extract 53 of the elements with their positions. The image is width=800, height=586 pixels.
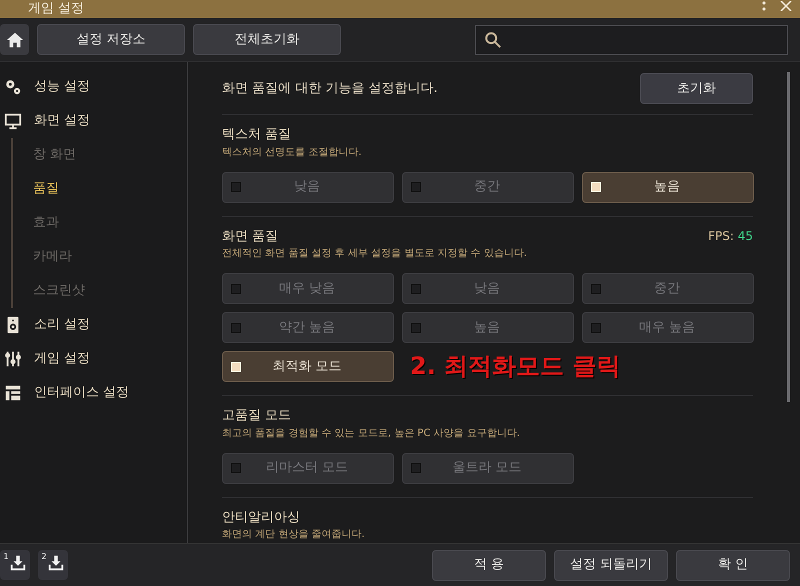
- sidebar-item[interactable]: 소리 설정: [0, 308, 187, 342]
- option-toggle[interactable]: 최적화 모드: [222, 351, 394, 382]
- checkbox: [411, 284, 421, 294]
- download-icon: [8, 553, 27, 573]
- close-icon[interactable]: [780, 1, 792, 11]
- checkbox: [411, 322, 421, 332]
- sliders-icon: [4, 350, 22, 368]
- section-description: 전체적인 화면 품질 설정 후 세부 설정을 별도로 지정할 수 있습니다.: [222, 247, 528, 261]
- home-button[interactable]: [0, 24, 29, 55]
- section-title: 안티알리아싱: [222, 508, 300, 526]
- section-description: 최고의 품질을 경험할 수 있는 모드로, 높은 PC 사양을 요구합니다.: [222, 426, 521, 440]
- checkbox: [591, 322, 601, 332]
- footer-button[interactable]: 설정 되돌리기: [554, 550, 668, 580]
- gears-icon: [4, 78, 22, 96]
- more-icon[interactable]: [762, 1, 766, 13]
- checkbox: [231, 322, 241, 332]
- option-toggle[interactable]: 높음: [582, 172, 754, 202]
- checkbox: [231, 284, 241, 294]
- search-icon: [484, 30, 502, 48]
- layout-icon: [4, 384, 22, 402]
- section-description: 텍스처의 선명도를 조절합니다.: [222, 146, 363, 160]
- sidebar-item[interactable]: 화면 설정: [0, 104, 187, 138]
- checkbox: [231, 362, 241, 372]
- fps-readout: FPS: 45: [708, 228, 753, 246]
- checkbox: [231, 463, 241, 473]
- reset-button[interactable]: 초기화: [640, 73, 753, 104]
- intro-text: 화면 품질에 대한 기능을 설정합니다.: [222, 80, 438, 98]
- download-slot-button[interactable]: 2: [38, 550, 68, 580]
- toolbar-button[interactable]: 설정 저장소: [37, 24, 185, 55]
- search-field[interactable]: [475, 24, 788, 54]
- monitor-icon: [4, 112, 22, 130]
- checkbox: [591, 182, 601, 192]
- sidebar-item[interactable]: 게임 설정: [0, 342, 187, 376]
- download-icon: [46, 553, 65, 573]
- footer-button[interactable]: 적 용: [432, 550, 546, 580]
- sidebar-item[interactable]: 인터페이스 설정: [0, 376, 187, 410]
- download-slot-button[interactable]: 1: [0, 550, 30, 580]
- scrollbar[interactable]: [787, 72, 790, 402]
- sidebar-subitem[interactable]: 품질: [13, 172, 187, 206]
- footer-button[interactable]: 확 인: [676, 550, 790, 580]
- section-title: 텍스처 품질: [222, 126, 292, 144]
- section-description: 화면의 계단 현상을 줄여줍니다.: [222, 528, 366, 542]
- toolbar-button[interactable]: 전체초기화: [193, 24, 341, 55]
- section-title: 고품질 모드: [222, 407, 292, 425]
- section-title: 화면 품질: [222, 228, 278, 246]
- home-icon: [6, 30, 24, 48]
- checkbox: [411, 182, 421, 192]
- annotation-text: 2. 최적화모드 클릭: [410, 351, 621, 382]
- checkbox: [591, 284, 601, 294]
- checkbox: [411, 463, 421, 473]
- window-title: 게임 설정: [28, 0, 84, 18]
- checkbox: [231, 182, 241, 192]
- sidebar-item[interactable]: 성능 설정: [0, 70, 187, 104]
